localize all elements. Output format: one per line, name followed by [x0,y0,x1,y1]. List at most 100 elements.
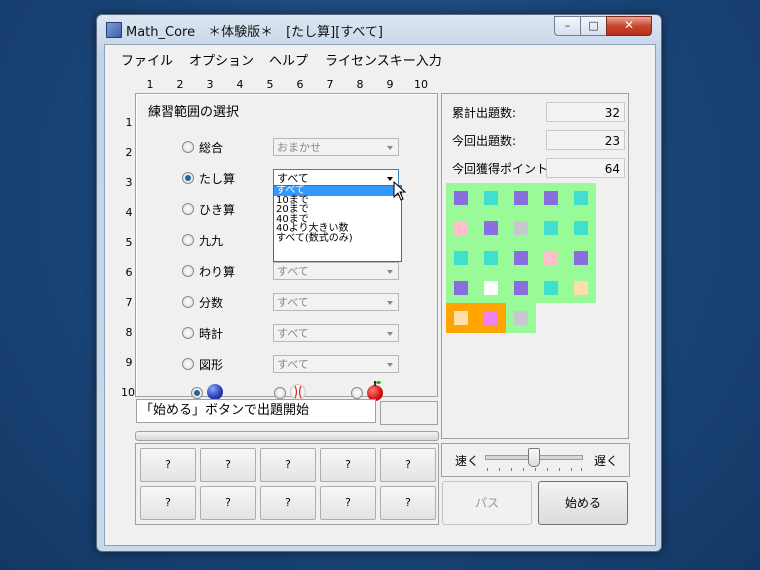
menu-license-key[interactable]: ライセンスキー入力 [325,50,442,69]
answer-display [380,401,438,425]
option-label: 総合 [199,141,224,155]
point-tile [566,213,596,243]
tile-square [514,311,528,325]
radio-sougou[interactable] [182,141,194,153]
minimize-button[interactable]: – [554,16,581,36]
tile-square [484,281,498,295]
question-button[interactable]: ? [380,448,436,482]
combo-tokei[interactable]: すべて [273,324,399,342]
tile-square [574,191,588,205]
tile-square [454,251,468,265]
point-tile [506,243,536,273]
speed-slider-thumb[interactable] [528,448,540,467]
question-button[interactable]: ? [320,448,376,482]
pass-button[interactable]: パス [442,481,532,525]
question-button[interactable]: ? [320,486,376,520]
tile-square [544,281,558,295]
question-button[interactable]: ? [260,448,316,482]
title-bar[interactable]: Math_Core ＊体験版＊ [たし算][すべて] – □ ✕ [97,15,661,43]
point-tile [476,273,506,303]
row-number: 9 [125,356,133,369]
combo-bunsuu[interactable]: すべて [273,293,399,311]
column-number: 4 [236,78,244,91]
question-button[interactable]: ? [260,486,316,520]
tile-square [484,191,498,205]
blue-ball-icon [207,384,223,400]
radio-kuku[interactable] [182,234,194,246]
radio-tashizan[interactable] [182,172,194,184]
slider-tick [535,468,536,471]
tile-square [484,251,498,265]
point-tile [476,183,506,213]
dropdown-item[interactable]: すべて(数式のみ) [274,233,401,244]
point-tile [446,243,476,273]
point-tile [566,183,596,213]
row-number: 3 [125,176,133,189]
radio-bunsuu[interactable] [182,296,194,308]
combo-sougou[interactable]: おまかせ [273,138,399,156]
slider-tick [571,468,572,471]
row-number: 8 [125,326,133,339]
dropdown-list: すべて 10まで 20まで 40まで 40より大きい数 すべて(数式のみ) [273,185,402,262]
question-button[interactable]: ? [380,486,436,520]
point-tile [536,273,566,303]
tile-square [484,221,498,235]
baseball-icon [290,384,306,400]
radio-warizan[interactable] [182,265,194,277]
point-tile [566,243,596,273]
radio-theme-ball[interactable] [191,387,203,399]
point-tile [476,243,506,273]
radio-theme-apple[interactable] [351,387,363,399]
tile-square [454,191,468,205]
option-label: ひき算 [199,203,236,217]
combo-warizan[interactable]: すべて [273,262,399,280]
app-icon [106,22,122,38]
maximize-button[interactable]: □ [580,16,607,36]
tile-square [514,221,528,235]
combo-value: おまかせ [277,141,321,154]
option-label: 図形 [199,358,224,372]
point-tile [506,213,536,243]
start-button[interactable]: 始める [538,481,628,525]
menu-options[interactable]: オプション [189,50,254,69]
menu-file[interactable]: ファイル [121,50,173,69]
column-number: 3 [206,78,214,91]
close-button[interactable]: ✕ [606,16,652,36]
mouse-cursor-icon [393,181,407,201]
point-tile [476,213,506,243]
radio-theme-baseball[interactable] [274,387,286,399]
point-tile [446,213,476,243]
question-button[interactable]: ? [140,486,196,520]
tile-square [574,281,588,295]
stat-value: 32 [546,102,625,122]
menu-help[interactable]: ヘルプ [269,50,308,69]
tile-square [514,251,528,265]
chevron-down-icon [387,301,393,305]
tile-square [454,221,468,235]
question-button[interactable]: ? [200,448,256,482]
point-tile [536,183,566,213]
tile-square [484,311,498,325]
tile-square [544,221,558,235]
tile-square [454,311,468,325]
status-message: 「始める」ボタンで出題開始 [136,399,376,423]
radio-zukei[interactable] [182,358,194,370]
column-number: 5 [266,78,274,91]
chevron-down-icon [387,146,393,150]
question-button[interactable]: ? [140,448,196,482]
point-tile [566,273,596,303]
stat-label: 今回獲得ポイント: [452,162,553,176]
slider-tick [499,468,500,471]
stat-value: 23 [546,130,625,150]
speed-slow-label: 遅く [594,454,619,468]
column-number: 6 [296,78,304,91]
tile-square [574,251,588,265]
radio-hikizan[interactable] [182,203,194,215]
radio-tokei[interactable] [182,327,194,339]
slider-tick [547,468,548,471]
slider-tick [559,468,560,471]
row-number: 4 [125,206,133,219]
question-button[interactable]: ? [200,486,256,520]
combo-zukei[interactable]: すべて [273,355,399,373]
progress-bar [135,431,439,441]
